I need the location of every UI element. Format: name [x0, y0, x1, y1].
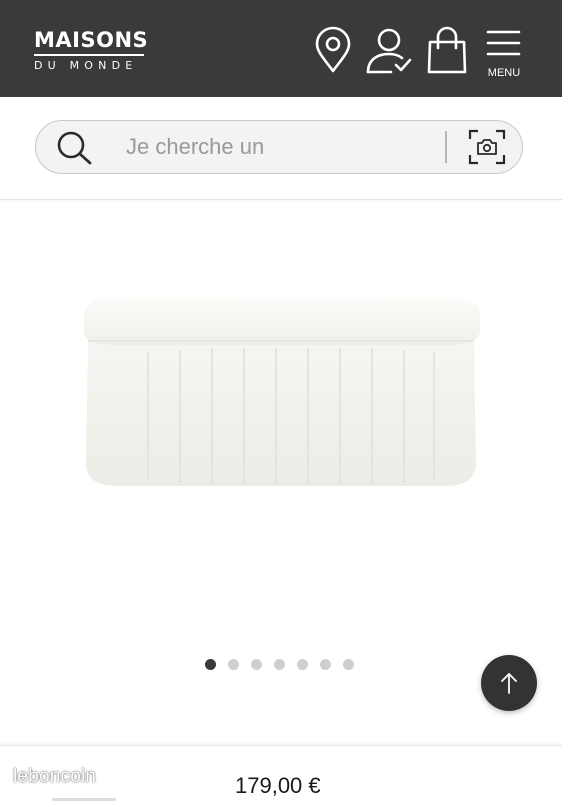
image-carousel-dots [205, 659, 366, 671]
carousel-dot-3[interactable] [251, 659, 262, 670]
search-box[interactable] [35, 120, 523, 174]
carousel-dot-2[interactable] [228, 659, 239, 670]
storage-bench-image[interactable] [78, 292, 484, 497]
scroll-to-top-button[interactable] [481, 655, 537, 711]
carousel-dot-7[interactable] [343, 659, 354, 670]
search-icon[interactable] [56, 130, 96, 166]
logo-rule [34, 54, 144, 56]
search-input[interactable] [126, 133, 436, 161]
site-header: MAISONS DU MONDE MENU [0, 0, 562, 97]
carousel-dot-6[interactable] [320, 659, 331, 670]
carousel-dot-5[interactable] [297, 659, 308, 670]
location-pin-icon[interactable] [313, 26, 353, 74]
carousel-dot-1[interactable] [205, 659, 216, 670]
carousel-dot-4[interactable] [274, 659, 285, 670]
search-area [0, 97, 562, 200]
hamburger-menu-icon[interactable] [486, 29, 522, 59]
account-icon[interactable] [365, 27, 415, 75]
shopping-bag-icon[interactable] [425, 26, 469, 74]
menu-label[interactable]: MENU [484, 67, 524, 79]
logo-sub-text: DU MONDE [34, 59, 138, 72]
maisons-du-monde-logo[interactable]: MAISONS DU MONDE [34, 28, 148, 73]
search-divider [445, 131, 447, 163]
arrow-up-icon [501, 673, 517, 694]
logo-main-text: MAISONS [34, 28, 149, 52]
product-price: 179,00 € [235, 773, 321, 798]
camera-search-icon[interactable] [468, 129, 506, 165]
price-bar: leboncoin 179,00 € [0, 745, 562, 801]
leboncoin-watermark: leboncoin [13, 766, 97, 787]
